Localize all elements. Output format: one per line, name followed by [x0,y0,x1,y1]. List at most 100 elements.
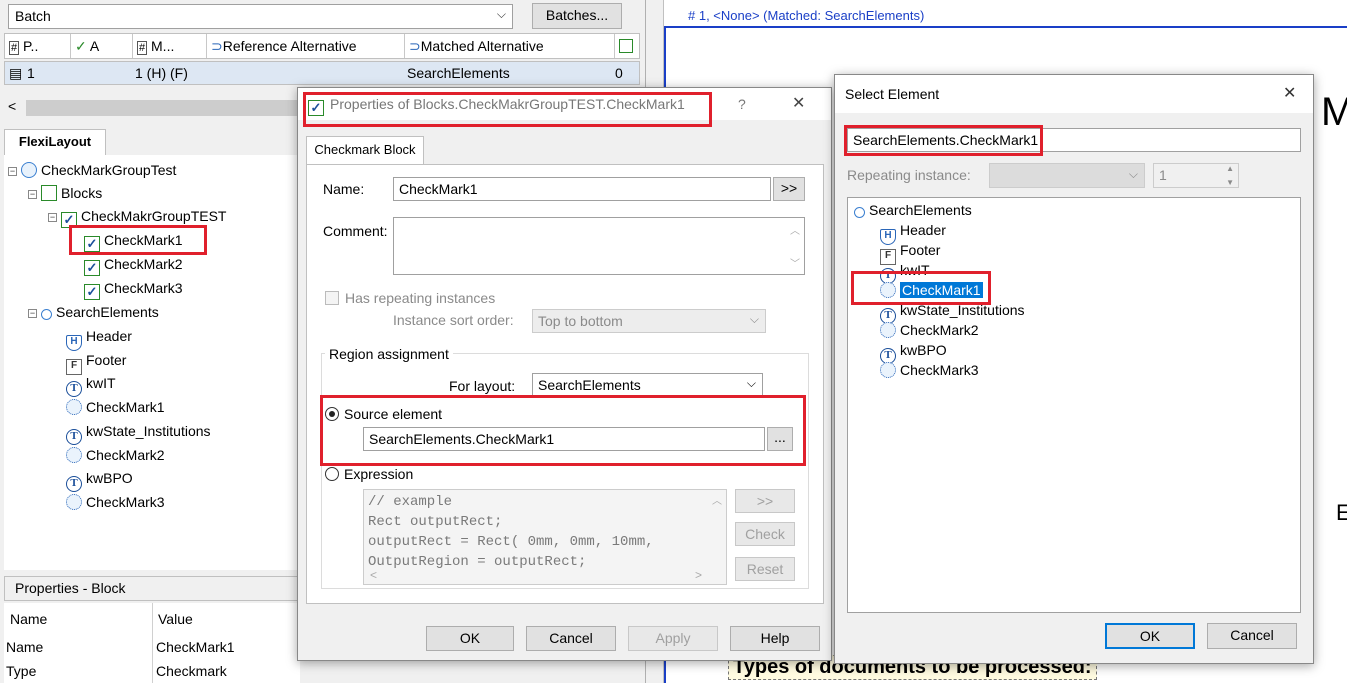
checkmark-icon: ✓ [84,260,100,276]
checkmark-element-icon [66,447,82,463]
sort-order-label: Instance sort order: [393,312,514,328]
expression-line-3: outputRect = Rect( 0mm, 0mm, 10mm, [368,534,654,550]
expression-editor[interactable]: // example Rect outputRect; outputRect =… [363,489,727,585]
select-dialog-titlebar[interactable]: Select Element ✕ [835,75,1313,113]
row-reference-value: SearchElements [407,65,510,81]
column-options-icon[interactable] [615,34,639,58]
scroll-right-icon[interactable]: > [695,568,702,582]
collapse-icon[interactable]: − [28,190,37,199]
batch-combo[interactable]: Batch ⌵ [8,4,513,29]
properties-cancel-button[interactable]: Cancel [526,626,616,651]
properties-apply-button[interactable]: Apply [628,626,718,651]
select-tree-footer[interactable]: F Footer [880,239,940,265]
scrollbar-thumb[interactable] [26,100,302,116]
horizontal-scrollbar[interactable]: < [4,96,304,120]
text-element-icon: T [66,429,82,445]
search-elements-icon [41,309,52,320]
tree-node-search-checkmark2[interactable]: CheckMark2 [66,444,165,466]
props-header-name: Name [10,611,48,627]
for-layout-select[interactable]: SearchElements ⌵ [532,373,763,397]
props-row-type-value[interactable]: Checkmark [156,663,227,679]
select-ok-button[interactable]: OK [1105,623,1195,649]
tree-node-searchelements[interactable]: − SearchElements [28,301,159,323]
collapse-icon[interactable]: − [48,213,57,222]
select-tree-checkmark3[interactable]: CheckMark3 [880,359,979,381]
doc-fragment-me: ME [1321,90,1347,134]
tab-flexilayout[interactable]: FlexiLayout [4,129,106,155]
spin-down-icon[interactable]: ▼ [1226,178,1234,187]
col-header-matched[interactable]: ⊃Matched Alternative [405,34,615,58]
region-assignment-label: Region assignment [325,346,453,362]
scroll-up-icon[interactable]: ︿ [712,492,722,507]
close-icon[interactable]: ✕ [792,88,805,120]
checkmark-element-icon [66,494,82,510]
repeating-instance-spinner[interactable]: 1 ▲ ▼ [1153,163,1239,188]
scroll-down-icon[interactable]: ﹀ [790,255,800,270]
expr-check-button[interactable]: Check [735,522,795,546]
tree-node-group[interactable]: − ✓ CheckMakrGroupTEST [48,205,226,228]
tree-node-blocks[interactable]: − Blocks [28,182,102,204]
tree-node-kwit[interactable]: TkwIT [66,372,116,397]
select-tree-kwbpo[interactable]: TkwBPO [880,339,947,364]
row-matched-value: 0 [615,65,623,81]
batches-button[interactable]: Batches... [532,3,622,29]
tree-node-search-checkmark1[interactable]: CheckMark1 [66,396,165,418]
name-label: Name: [323,181,365,197]
tree-node-checkmark2[interactable]: ✓ CheckMark2 [84,253,183,276]
tab-checkmark-block[interactable]: Checkmark Block [306,136,424,164]
scroll-up-icon[interactable]: ︿ [790,222,800,237]
expression-line-1: // example [368,494,453,510]
props-row-name-label: Name [6,639,44,655]
tree-node-search-checkmark3[interactable]: CheckMark3 [66,491,165,513]
properties-help-button[interactable]: Help [730,626,820,651]
props-header-value: Value [158,611,193,627]
expression-radio[interactable] [325,467,339,481]
select-dialog-title: Select Element [845,86,940,102]
select-cancel-button[interactable]: Cancel [1207,623,1297,649]
properties-ok-button[interactable]: OK [426,626,514,651]
col-header-a[interactable]: ✓ A [71,34,133,58]
name-insert-button[interactable]: >> [773,177,805,201]
select-tree-header[interactable]: H Header [880,219,946,245]
doc-fragment-e: E [1336,500,1347,525]
expr-insert-button[interactable]: >> [735,489,795,513]
expr-reset-button[interactable]: Reset [735,557,795,581]
collapse-icon[interactable]: − [8,167,17,176]
col-header-page[interactable]: # P.. [5,34,71,58]
props-row-name-value[interactable]: CheckMark1 [156,639,235,655]
has-repeating-checkbox[interactable] [325,291,339,305]
sort-order-value: Top to bottom [538,313,623,329]
properties-dialog: ✓ Properties of Blocks.CheckMakrGroupTEST… [297,87,832,661]
col-header-m[interactable]: # M... [133,34,207,58]
chevron-left-icon[interactable]: < [8,98,16,114]
properties-panel-title: Properties - Block [4,576,300,601]
tree-node-checkmark3[interactable]: ✓ CheckMark3 [84,277,183,300]
comment-textarea[interactable]: ︿ ﹀ [393,217,805,275]
checkmark-element-icon [66,399,82,415]
batch-grid-row[interactable]: ▤ 1 1 (H) (F) SearchElements 0 [4,61,640,85]
close-icon[interactable]: ✕ [1283,75,1296,113]
select-tree-root[interactable]: SearchElements [854,199,972,221]
match-info-text: # 1, <None> (Matched: SearchElements) [688,8,925,23]
tree-node-kwstate[interactable]: TkwState_Institutions [66,420,211,445]
name-input[interactable]: CheckMark1 [393,177,771,201]
collapse-icon[interactable]: − [28,309,37,318]
select-tree-checkmark2[interactable]: CheckMark2 [880,319,979,341]
help-icon[interactable]: ? [738,88,746,120]
link-icon: ⊃ [211,38,223,54]
comment-label: Comment: [323,223,388,239]
link-icon: ⊃ [409,38,421,54]
tree-node-header[interactable]: H Header [66,325,132,351]
props-divider [152,603,153,683]
scroll-left-icon[interactable]: < [370,568,377,582]
spin-up-icon[interactable]: ▲ [1226,164,1234,173]
row-a-value: 1 (H) (F) [135,65,188,81]
tree-node-kwbpo[interactable]: TkwBPO [66,467,133,492]
tree-node-root[interactable]: − CheckMarkGroupTest [8,159,176,181]
highlight-element-search [844,125,1043,156]
repeating-instance-select[interactable]: ⌵ [989,163,1145,188]
col-header-reference[interactable]: ⊃Reference Alternative [207,34,405,58]
checkmark-icon: ✓ [84,284,100,300]
tree-node-footer[interactable]: F Footer [66,349,126,375]
sort-order-select[interactable]: Top to bottom ⌵ [532,309,766,333]
